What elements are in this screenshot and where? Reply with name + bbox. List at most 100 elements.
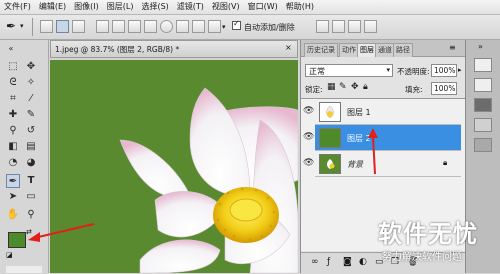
dock-swatches-button[interactable] (474, 78, 492, 92)
panel-menu-icon[interactable]: ≡ (449, 43, 456, 52)
hand-tool-icon[interactable]: ✋ (6, 208, 20, 222)
blur-tool-icon[interactable]: ◔ (6, 156, 20, 170)
lock-position-icon[interactable]: ✥ (351, 82, 359, 92)
lock-all-icon[interactable]: 🔒︎ (363, 82, 368, 92)
path-selection-tool-icon[interactable]: ➤ (6, 190, 20, 204)
pen-button[interactable] (96, 20, 109, 33)
panel-collapse-icon[interactable]: « (4, 42, 18, 56)
pen-tool-selected-icon[interactable]: ✒ (6, 174, 20, 188)
eyedropper-tool-icon[interactable]: ⁄ (24, 92, 38, 106)
dock-color-button[interactable] (474, 58, 492, 72)
dock-styles-button[interactable] (474, 138, 492, 152)
custom-shape-button[interactable] (208, 20, 221, 33)
tool-preset-dropdown-icon[interactable]: ▾ (20, 22, 24, 30)
marquee-tool-icon[interactable]: ⬚ (6, 60, 20, 74)
gradient-tool-icon[interactable]: ▤ (24, 140, 38, 154)
brush-tool-icon[interactable]: ✎ (24, 108, 38, 122)
close-tab-icon[interactable]: × (285, 43, 292, 52)
auto-add-delete-checkbox[interactable] (232, 19, 241, 30)
quick-mask-area[interactable] (6, 266, 42, 273)
path-exclude-button[interactable] (364, 20, 377, 33)
freeform-pen-button[interactable] (112, 20, 125, 33)
lasso-tool-icon[interactable]: ᘓ (6, 76, 20, 90)
lock-transparency-icon[interactable]: ▦ (327, 82, 336, 92)
divider (32, 18, 33, 36)
menu-help[interactable]: 帮助(H) (282, 0, 318, 14)
layer-style-icon[interactable]: ƒ (327, 257, 330, 267)
layer-mask-icon[interactable]: ◙ (343, 257, 352, 267)
path-intersect-button[interactable] (348, 20, 361, 33)
menu-window[interactable]: 窗口(W) (244, 0, 282, 14)
chevron-down-icon: ▾ (386, 66, 390, 74)
path-add-button[interactable] (316, 20, 329, 33)
layer-row-background[interactable]: 👁︎ 背景 🔒︎ (303, 151, 461, 177)
layer-name: 背景 (347, 160, 363, 169)
fill-value: 100% (434, 84, 456, 93)
ellipse-shape-button[interactable] (160, 20, 173, 33)
magic-wand-tool-icon[interactable]: ✧ (24, 76, 38, 90)
dock-masks-button[interactable] (474, 118, 492, 132)
polygon-shape-button[interactable] (176, 20, 189, 33)
lock-icon: 🔒︎ (443, 158, 448, 167)
dock-expand-icon[interactable]: » (478, 42, 483, 51)
lock-image-icon[interactable]: ✎ (339, 82, 347, 92)
rectangle-shape-button[interactable] (128, 20, 141, 33)
default-colors-icon[interactable]: ◪ (6, 251, 13, 259)
layer-thumbnail (319, 154, 341, 174)
menu-file[interactable]: 文件(F) (0, 0, 35, 14)
fill-pixels-button[interactable] (72, 20, 85, 33)
auto-add-delete-label: 自动添加/删除 (244, 23, 295, 32)
menu-view[interactable]: 视图(V) (208, 0, 244, 14)
adjustment-layer-icon[interactable]: ◐ (359, 257, 367, 267)
tab-actions[interactable]: 动作 (339, 43, 359, 57)
fill-label: 填充: (405, 85, 423, 94)
annotation-arrow-layer (368, 128, 378, 175)
tab-channels[interactable]: 通道 (375, 43, 395, 57)
line-shape-button[interactable] (192, 20, 205, 33)
tab-history[interactable]: 历史记录 (304, 43, 338, 57)
layer-thumbnail (319, 102, 341, 122)
opacity-slider-icon[interactable]: ▸ (458, 66, 462, 74)
document-tab[interactable]: 1.jpeg @ 83.7% (图层 2, RGB/8) * × (50, 40, 298, 58)
annotation-arrow-foreground (28, 223, 95, 242)
fill-field[interactable]: 100% (431, 82, 457, 95)
clone-stamp-tool-icon[interactable]: ⚲ (6, 124, 20, 138)
eraser-tool-icon[interactable]: ◧ (6, 140, 20, 154)
layer-row-1[interactable]: 👁︎ 图层 1 (303, 99, 461, 125)
menu-layer[interactable]: 图层(L) (103, 0, 138, 14)
menu-filter[interactable]: 滤镜(T) (173, 0, 208, 14)
rounded-rectangle-button[interactable] (144, 20, 157, 33)
blend-mode-select[interactable]: 正常 ▾ (305, 64, 393, 77)
path-subtract-button[interactable] (332, 20, 345, 33)
visibility-eye-icon[interactable]: 👁︎ (303, 159, 314, 168)
menu-select[interactable]: 选择(S) (137, 0, 172, 14)
menu-edit[interactable]: 编辑(E) (35, 0, 70, 14)
rectangle-tool-icon[interactable]: ▭ (24, 190, 38, 204)
paths-button[interactable] (56, 20, 69, 33)
move-tool-icon[interactable]: ✥ (24, 60, 38, 74)
blend-mode-value: 正常 (309, 67, 325, 76)
tab-layers[interactable]: 图层 (357, 43, 377, 57)
dock-adjustments-button[interactable] (474, 98, 492, 112)
healing-brush-tool-icon[interactable]: ✚ (6, 108, 20, 122)
dodge-tool-icon[interactable]: ◕ (24, 156, 38, 170)
menu-image[interactable]: 图像(I) (70, 0, 103, 14)
history-brush-tool-icon[interactable]: ↺ (24, 124, 38, 138)
shape-options-dropdown-icon[interactable]: ▾ (222, 23, 226, 31)
opacity-field[interactable]: 100% (431, 64, 457, 77)
visibility-eye-icon[interactable]: 👁︎ (303, 133, 314, 142)
layer-thumbnail (319, 128, 341, 148)
tab-paths[interactable]: 路径 (393, 43, 413, 57)
opacity-value: 100% (434, 66, 456, 75)
watermark: 软件无忧 努力解决软件问题 (378, 214, 496, 266)
document-title: 1.jpeg @ 83.7% (图层 2, RGB/8) * (55, 45, 180, 54)
crop-tool-icon[interactable]: ⌗ (6, 92, 20, 106)
shape-layers-button[interactable] (40, 20, 53, 33)
lock-label: 锁定: (305, 85, 323, 94)
link-layers-icon[interactable]: ∞ (311, 257, 319, 267)
pen-tool-icon[interactable]: ✒ (6, 19, 16, 33)
options-bar: ✒ ▾ ▾ 自动添加/删除 (0, 15, 500, 40)
visibility-eye-icon[interactable]: 👁︎ (303, 107, 314, 116)
type-tool-icon[interactable]: T (24, 174, 38, 188)
layer-row-2-selected[interactable]: 👁︎ 图层 2 (303, 125, 461, 151)
